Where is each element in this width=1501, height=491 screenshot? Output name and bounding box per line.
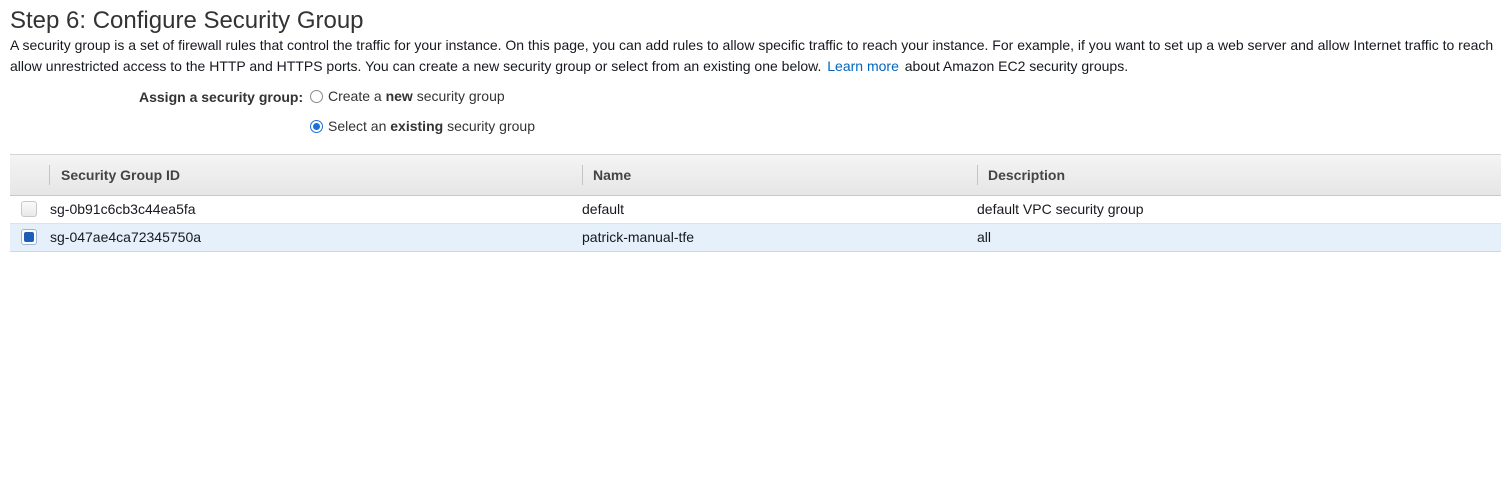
description-cell: default VPC security group	[977, 201, 1144, 217]
learn-more-link[interactable]: Learn more	[827, 58, 899, 74]
intro-line-2-end: about Amazon EC2 security groups.	[904, 58, 1129, 74]
column-header-name[interactable]: Name	[593, 155, 631, 195]
table-row[interactable]: sg-0b91c6cb3c44ea5fa default default VPC…	[10, 196, 1501, 224]
assign-security-group-label: Assign a security group:	[139, 89, 304, 105]
row-checkbox[interactable]	[21, 229, 37, 245]
create-new-label: Create a new security group	[328, 88, 505, 104]
intro-line-2: allow unrestricted access to the HTTP an…	[10, 56, 1501, 77]
table-row[interactable]: sg-047ae4ca72345750a patrick-manual-tfe …	[10, 224, 1501, 252]
column-header-description[interactable]: Description	[988, 155, 1065, 195]
select-existing-security-group-option[interactable]: Select an existing security group	[310, 116, 535, 136]
security-group-id-cell: sg-0b91c6cb3c44ea5fa	[50, 201, 196, 217]
column-separator[interactable]	[977, 165, 978, 185]
intro-line-1: A security group is a set of firewall ru…	[10, 37, 1494, 53]
table-header: Security Group ID Name Description	[10, 154, 1501, 196]
select-existing-label: Select an existing security group	[328, 118, 535, 134]
column-header-security-group-id[interactable]: Security Group ID	[61, 155, 180, 195]
intro-text: A security group is a set of firewall ru…	[10, 35, 1501, 77]
create-new-radio[interactable]	[310, 89, 323, 103]
select-existing-radio[interactable]	[310, 119, 323, 133]
security-group-id-cell: sg-047ae4ca72345750a	[50, 229, 202, 245]
page-title: Step 6: Configure Security Group	[10, 7, 364, 34]
column-separator[interactable]	[582, 165, 583, 185]
row-checkbox[interactable]	[21, 201, 37, 217]
name-cell: patrick-manual-tfe	[582, 229, 695, 245]
column-separator[interactable]	[49, 165, 50, 185]
description-cell: all	[977, 229, 992, 245]
security-groups-table: Security Group ID Name Description sg-0b…	[10, 154, 1501, 252]
name-cell: default	[582, 201, 625, 217]
create-new-security-group-option[interactable]: Create a new security group	[310, 86, 505, 106]
intro-line-2-start: allow unrestricted access to the HTTP an…	[10, 58, 822, 74]
